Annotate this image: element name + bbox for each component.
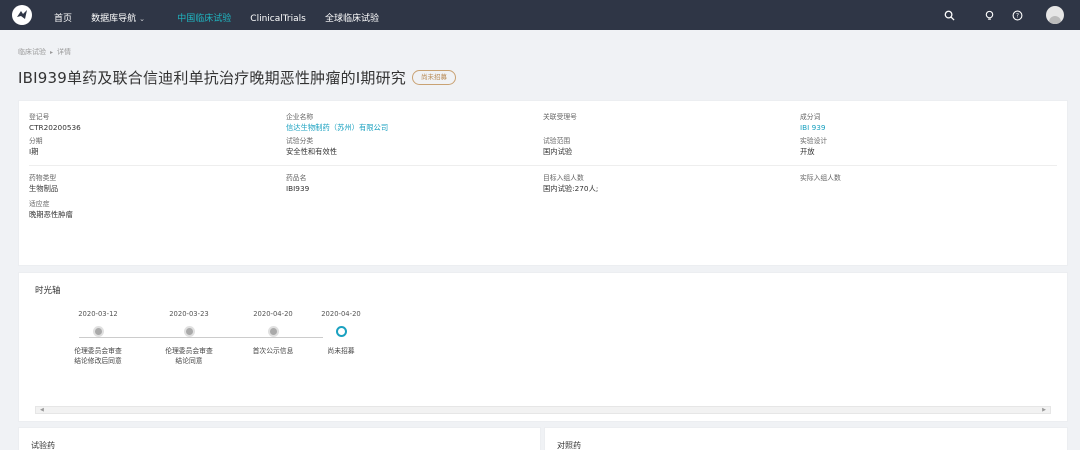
ingredient-link[interactable]: IBI 939 <box>800 122 1057 133</box>
timeline: 2020-03-12 伦理委员会审查 结论修改后同意 2020-03-23 伦理委… <box>35 306 1051 386</box>
info-field-design: 实验设计 开放 <box>800 137 1057 156</box>
timeline-date: 2020-04-20 <box>321 310 361 318</box>
nav-clinical-trials[interactable]: ClinicalTrials <box>250 14 306 24</box>
field-label: 企业名称 <box>286 113 314 121</box>
field-label: 目标入组人数 <box>543 174 584 182</box>
horizontal-scrollbar[interactable]: ◀ ▶ <box>35 406 1051 414</box>
field-value: 安全性和有效性 <box>286 147 338 156</box>
field-value: 开放 <box>800 147 815 156</box>
timeline-label: 伦理委员会审查 结论同意 <box>144 346 234 366</box>
field-label: 成分词 <box>800 113 821 121</box>
info-field-ingredient: 成分词 IBI 939 <box>800 113 1057 133</box>
info-row-1: 登记号 CTR20200536 企业名称 信达生物制药（苏州）有限公司 关联受理号 … <box>29 113 1057 137</box>
control-drug-title: 对照药 <box>557 441 581 450</box>
info-field-trial-category: 试验分类安全性和有效性 <box>286 137 543 156</box>
timeline-label-line2: 结论同意 <box>175 357 203 365</box>
field-label: 药物类型 <box>29 174 57 182</box>
divider <box>29 165 1057 166</box>
breadcrumb-separator: ▸ <box>50 49 54 56</box>
field-label: 实际入组人数 <box>800 174 841 182</box>
control-drug-card: 对照药 <box>544 427 1068 450</box>
title-bar: IBI939单药及联合信迪利单抗治疗晚期恶性肿瘤的I期研究 尚未招募 <box>0 64 1080 90</box>
field-label: 实验设计 <box>800 137 828 145</box>
scroll-left-icon[interactable]: ◀ <box>40 407 44 413</box>
timeline-date: 2020-03-23 <box>169 310 209 318</box>
info-row-2: 分期 I期 试验分类安全性和有效性 试验范围国内试验 实验设计开放 <box>29 137 1057 161</box>
breadcrumb-root[interactable]: 临床试验 <box>18 48 46 56</box>
breadcrumb-current: 详情 <box>57 48 72 56</box>
info-row-3: 药物类型生物制品 药品名 IBI939 目标入组人数国内试验:270人; 实际入组… <box>29 174 1057 198</box>
field-label: 分期 <box>29 137 43 145</box>
field-value: 国内试验 <box>543 147 573 156</box>
timeline-item: 2020-03-23 伦理委员会审查 结论同意 <box>144 306 234 366</box>
timeline-dot <box>92 326 104 337</box>
logo-icon[interactable] <box>12 5 32 25</box>
drug-cards-row: 试验药 对照药 <box>0 427 1080 450</box>
top-navbar: 首页 数据库导航 ⌄ 中国临床试验 ClinicalTrials 全球临床试验 ? <box>0 0 1080 30</box>
nav-global-trials[interactable]: 全球临床试验 <box>325 14 379 24</box>
timeline-date: 2020-03-12 <box>78 310 118 318</box>
info-field-drug-type: 药物类型 生物制品 <box>29 174 286 193</box>
field-value: CTR20200536 <box>29 123 81 132</box>
info-field-actual-enrollment: 实际入组人数 <box>800 174 1057 192</box>
info-field-acceptance-no: 关联受理号 <box>543 113 800 131</box>
main-nav: 首页 数据库导航 ⌄ 中国临床试验 ClinicalTrials 全球临床试验 <box>54 6 393 25</box>
timeline-label-line1: 尚未招募 <box>327 347 355 355</box>
timeline-label-line2: 结论修改后同意 <box>74 357 122 365</box>
info-field-indication: 适应症 晚期恶性肿瘤 <box>29 200 1057 219</box>
info-field-company: 企业名称 信达生物制药（苏州）有限公司 <box>286 113 543 133</box>
scroll-right-icon[interactable]: ▶ <box>1042 407 1046 413</box>
info-field-drug-name: 药品名 IBI939 <box>286 174 543 193</box>
info-field-registration-no: 登记号 CTR20200536 <box>29 113 286 132</box>
info-field-phase: 分期 I期 <box>29 137 286 156</box>
chevron-down-icon: ⌄ <box>139 14 145 23</box>
field-label: 适应症 <box>29 200 50 208</box>
timeline-dot <box>183 326 195 337</box>
nav-db-nav-label: 数据库导航 <box>91 13 137 24</box>
timeline-label: 尚未招募 <box>296 346 386 356</box>
field-value: 生物制品 <box>29 184 59 193</box>
timeline-label: 伦理委员会审查 结论修改后同意 <box>53 346 143 366</box>
trial-info-card: 登记号 CTR20200536 企业名称 信达生物制药（苏州）有限公司 关联受理号 … <box>18 100 1068 266</box>
field-label: 关联受理号 <box>543 113 577 121</box>
timeline-card: 时光轴 2020-03-12 伦理委员会审查 结论修改后同意 2020-03-23… <box>18 272 1068 422</box>
breadcrumb: 临床试验 ▸ 详情 <box>0 30 1080 64</box>
timeline-dot <box>267 326 279 337</box>
bulb-icon[interactable] <box>982 8 996 22</box>
company-link[interactable]: 信达生物制药（苏州）有限公司 <box>286 122 543 133</box>
status-badge: 尚未招募 <box>412 69 456 85</box>
avatar[interactable] <box>1046 6 1064 24</box>
timeline-label-line1: 伦理委员会审查 <box>74 347 122 355</box>
field-label: 试验分类 <box>286 137 314 145</box>
test-drug-card: 试验药 <box>18 427 541 450</box>
test-drug-title: 试验药 <box>31 441 55 450</box>
field-value: 晚期恶性肿瘤 <box>29 210 73 219</box>
timeline-dot-current <box>335 326 347 337</box>
field-value: IBI939 <box>286 184 310 193</box>
page-title: IBI939单药及联合信迪利单抗治疗晚期恶性肿瘤的I期研究 <box>18 68 406 87</box>
field-label: 药品名 <box>286 174 307 182</box>
nav-db-nav[interactable]: 数据库导航 ⌄ <box>91 14 145 24</box>
info-field-trial-scope: 试验范围 国内试验 <box>543 137 800 156</box>
timeline-item: 2020-03-12 伦理委员会审查 结论修改后同意 <box>53 306 143 366</box>
help-icon[interactable]: ? <box>1010 8 1024 22</box>
timeline-item-current: 2020-04-20 尚未招募 <box>296 306 386 356</box>
nav-china-trials[interactable]: 中国临床试验 <box>177 14 231 24</box>
field-label: 登记号 <box>29 113 50 121</box>
field-label: 试验范围 <box>543 137 571 145</box>
timeline-label-line1: 伦理委员会审查 <box>165 347 213 355</box>
nav-home[interactable]: 首页 <box>54 14 72 24</box>
svg-text:?: ? <box>1015 12 1018 19</box>
timeline-title: 时光轴 <box>35 286 61 296</box>
field-value: I期 <box>29 147 39 156</box>
search-icon[interactable] <box>942 8 956 22</box>
field-value: 国内试验:270人; <box>543 184 599 193</box>
info-field-target-enrollment: 目标入组人数国内试验:270人; <box>543 174 800 193</box>
